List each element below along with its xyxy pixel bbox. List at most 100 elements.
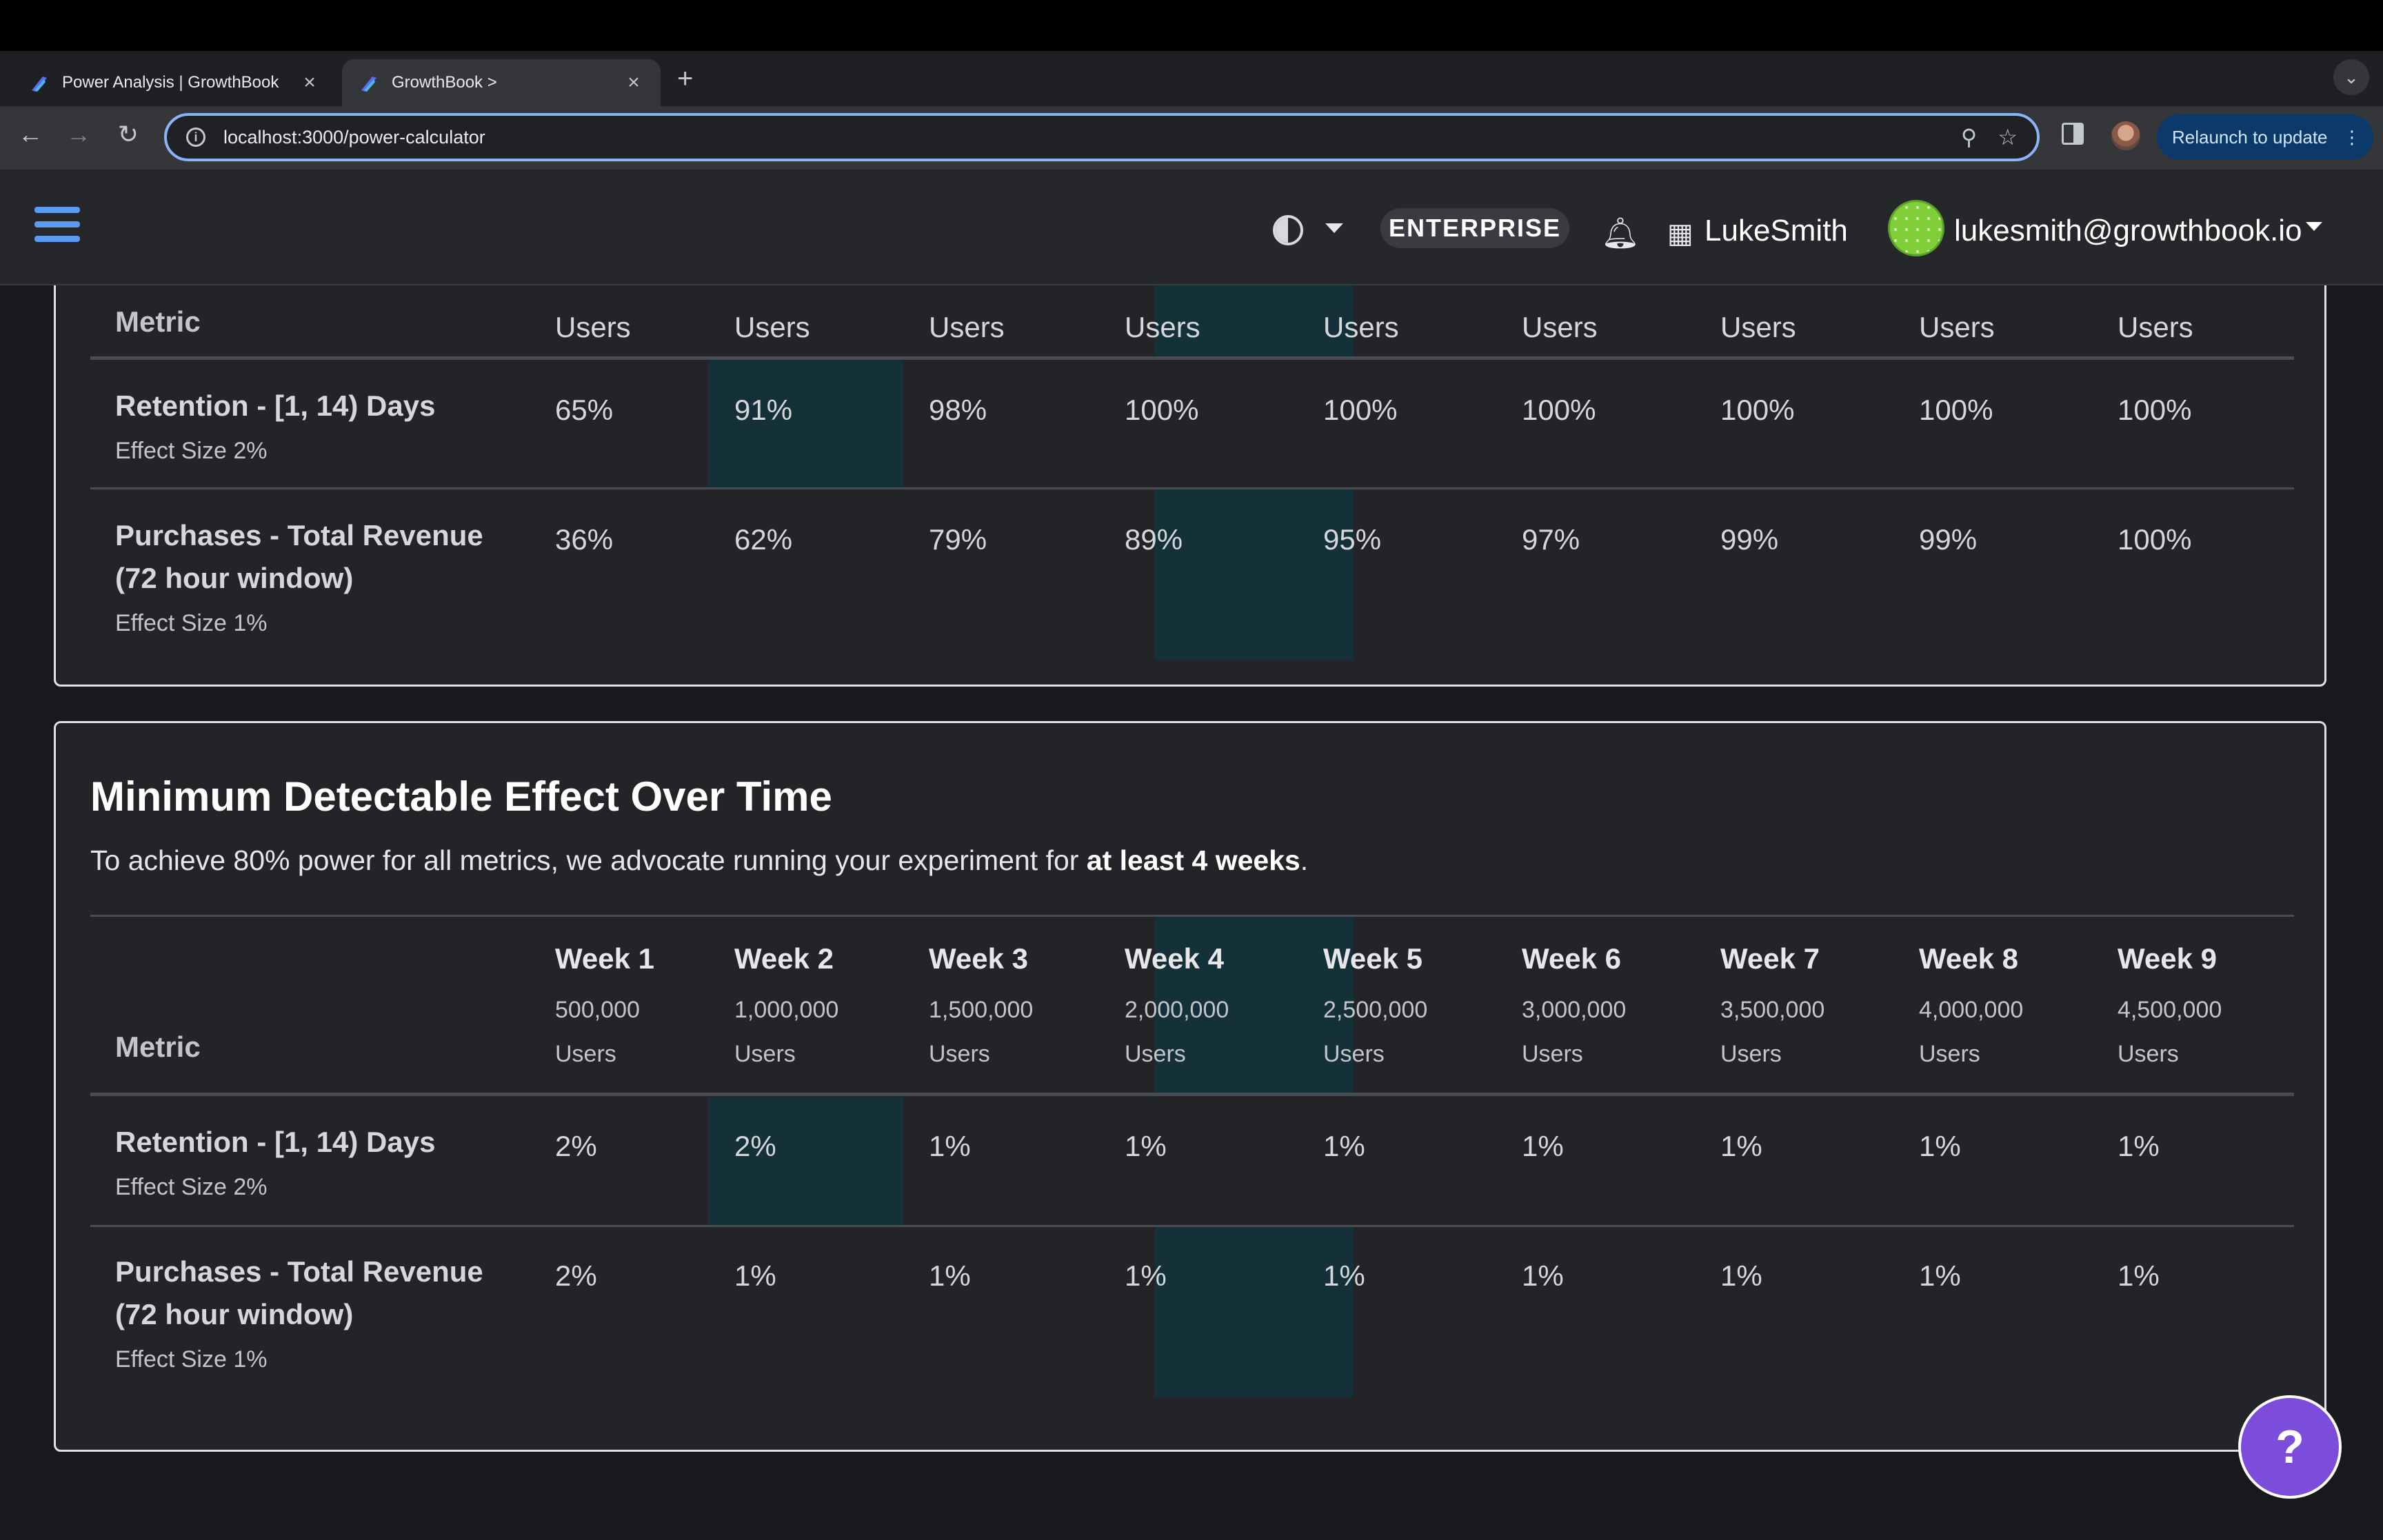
mde-cell: 1% bbox=[734, 1259, 776, 1292]
metric-name: Purchases - Total Revenue bbox=[115, 519, 483, 551]
section-title: Minimum Detectable Effect Over Time bbox=[90, 773, 832, 820]
users-label: Users bbox=[1522, 311, 1598, 343]
theme-dropdown-caret-icon[interactable] bbox=[1325, 223, 1343, 233]
user-avatar[interactable] bbox=[1888, 200, 1944, 256]
user-email[interactable]: lukesmith@growthbook.io bbox=[1954, 214, 2302, 248]
week-5-header: Week 5 2,500,000 Users bbox=[1323, 942, 1428, 1067]
side-panel-icon[interactable] bbox=[2062, 123, 2084, 145]
week-6-header: Week 6 3,000,000 Users bbox=[1522, 942, 1627, 1067]
metric-column-header: Metric bbox=[115, 1031, 201, 1063]
metric-name-line2: (72 hour window) bbox=[115, 562, 354, 594]
browser-profile-avatar[interactable] bbox=[2111, 121, 2140, 150]
mde-cell: 2% bbox=[734, 1130, 776, 1162]
tab-bar: Power Analysis | GrowthBook × GrowthBook… bbox=[0, 51, 2383, 106]
power-cell: 97% bbox=[1522, 523, 1580, 556]
power-cell: 100% bbox=[2118, 394, 2192, 426]
new-tab-icon[interactable]: + bbox=[677, 63, 693, 94]
metric-effect-size: Effect Size 1% bbox=[115, 610, 268, 636]
tab-close-icon[interactable]: × bbox=[623, 71, 644, 94]
tab-growthbook[interactable]: GrowthBook > × bbox=[342, 59, 661, 106]
forward-arrow-icon[interactable]: → bbox=[61, 120, 97, 149]
power-cell: 99% bbox=[1919, 523, 1978, 556]
power-cell: 100% bbox=[1919, 394, 1993, 426]
top-strip bbox=[0, 0, 2383, 51]
week-1-header: Week 1 500,000 Users bbox=[555, 942, 654, 1067]
power-cell: 79% bbox=[929, 523, 987, 556]
reload-icon[interactable]: ↻ bbox=[110, 120, 146, 149]
relaunch-label: Relaunch to update bbox=[2172, 126, 2328, 148]
mde-cell: 1% bbox=[1720, 1130, 1762, 1162]
url-text[interactable]: localhost:3000/power-calculator bbox=[223, 127, 1940, 148]
user-dropdown-caret-icon[interactable] bbox=[2306, 222, 2322, 231]
section-description: To achieve 80% power for all metrics, we… bbox=[90, 844, 1309, 876]
row-divider bbox=[90, 487, 2294, 489]
power-table: Metric Users Users Users Users Users Use… bbox=[90, 285, 2294, 689]
site-info-icon[interactable]: i bbox=[186, 128, 205, 147]
week-4-header: Week 4 2,000,000 Users bbox=[1125, 942, 1229, 1067]
organization-name[interactable]: LukeSmith bbox=[1705, 214, 1848, 248]
recommended-duration: at least 4 weeks bbox=[1086, 844, 1300, 876]
tab-power-analysis[interactable]: Power Analysis | GrowthBook × bbox=[12, 59, 336, 106]
mde-cell: 2% bbox=[555, 1259, 597, 1292]
page-content: Metric Users Users Users Users Users Use… bbox=[0, 285, 2383, 1540]
back-arrow-icon[interactable]: ← bbox=[12, 120, 48, 149]
address-bar[interactable]: i localhost:3000/power-calculator ⚲ ☆ bbox=[164, 113, 2040, 161]
mde-cell: 1% bbox=[1522, 1259, 1564, 1292]
power-cell: 100% bbox=[1522, 394, 1596, 426]
metric-effect-size: Effect Size 1% bbox=[115, 1346, 268, 1372]
power-cell: 99% bbox=[1720, 523, 1779, 556]
power-cell: 100% bbox=[1125, 394, 1199, 426]
mde-cell: 1% bbox=[929, 1259, 971, 1292]
mde-cell: 1% bbox=[1522, 1130, 1564, 1162]
highlight-week4-row2 bbox=[1155, 489, 1354, 660]
users-label: Users bbox=[1720, 311, 1796, 343]
mde-cell: 1% bbox=[1125, 1130, 1167, 1162]
browser-toolbar: ← → ↻ i localhost:3000/power-calculator … bbox=[0, 106, 2383, 170]
menu-hamburger-icon[interactable] bbox=[34, 207, 80, 248]
zoom-icon[interactable]: ⚲ bbox=[1961, 124, 1977, 150]
tab-close-icon[interactable]: × bbox=[299, 71, 320, 94]
mde-table: Metric Week 1 500,000 Users Week 2 1,000,… bbox=[90, 915, 2294, 1439]
organization-building-icon: ▦ bbox=[1667, 219, 1693, 249]
mde-cell: 1% bbox=[2118, 1130, 2160, 1162]
notification-bell-icon[interactable]: 🔔︎ bbox=[1601, 215, 1640, 251]
more-vert-icon: ⋮ bbox=[2343, 126, 2361, 148]
users-label: Users bbox=[929, 311, 1005, 343]
mde-cell: 1% bbox=[1125, 1259, 1167, 1292]
power-cell: 100% bbox=[2118, 523, 2192, 556]
mde-cell: 1% bbox=[929, 1130, 971, 1162]
users-label: Users bbox=[734, 311, 810, 343]
tab-search-chevron-icon[interactable]: ⌄ bbox=[2333, 59, 2369, 95]
power-cell: 91% bbox=[734, 394, 793, 426]
power-cell: 36% bbox=[555, 523, 614, 556]
header-divider bbox=[90, 356, 2294, 360]
metric-name-line2: (72 hour window) bbox=[115, 1298, 354, 1330]
row-divider bbox=[90, 1225, 2294, 1227]
users-label: Users bbox=[2118, 311, 2193, 343]
users-label: Users bbox=[1125, 311, 1200, 343]
users-label: Users bbox=[555, 311, 631, 343]
tab-title: GrowthBook > bbox=[392, 73, 497, 92]
enterprise-badge: ENTERPRISE bbox=[1380, 208, 1569, 248]
metric-name: Purchases - Total Revenue bbox=[115, 1255, 483, 1288]
metric-column-header: Metric bbox=[115, 305, 201, 338]
app-navbar: ENTERPRISE 🔔︎ ▦ LukeSmith lukesmith@grow… bbox=[0, 170, 2383, 285]
metric-effect-size: Effect Size 2% bbox=[115, 1174, 268, 1200]
header-divider bbox=[90, 1093, 2294, 1096]
week-3-header: Week 3 1,500,000 Users bbox=[929, 942, 1034, 1067]
relaunch-button[interactable]: Relaunch to update ⋮ bbox=[2157, 114, 2373, 160]
bookmark-star-icon[interactable]: ☆ bbox=[1998, 124, 2018, 150]
power-cell: 65% bbox=[555, 394, 614, 426]
metric-name: Retention - [1, 14) Days bbox=[115, 1126, 436, 1158]
mde-over-time-card: Minimum Detectable Effect Over Time To a… bbox=[54, 721, 2326, 1452]
help-button[interactable]: ? bbox=[2238, 1395, 2342, 1499]
growthbook-favicon-icon bbox=[361, 77, 376, 92]
tab-title: Power Analysis | GrowthBook bbox=[62, 73, 279, 92]
users-label: Users bbox=[1919, 311, 1995, 343]
theme-toggle-icon[interactable] bbox=[1273, 215, 1303, 245]
week-8-header: Week 8 4,000,000 Users bbox=[1919, 942, 2024, 1067]
power-cell: 89% bbox=[1125, 523, 1183, 556]
mde-cell: 2% bbox=[555, 1130, 597, 1162]
power-cell: 100% bbox=[1323, 394, 1398, 426]
mde-cell: 1% bbox=[1323, 1259, 1365, 1292]
